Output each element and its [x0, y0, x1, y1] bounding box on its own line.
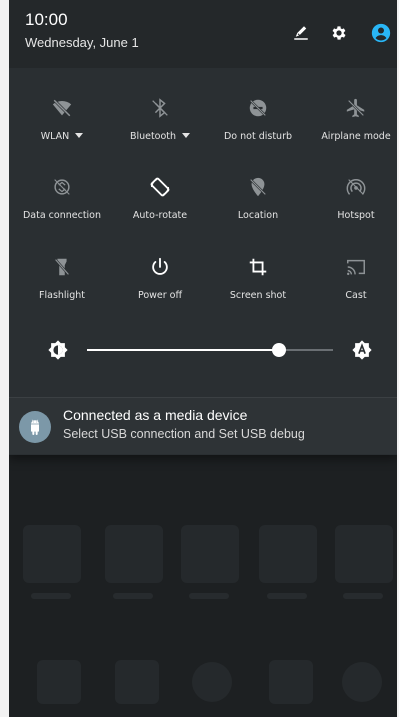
wifi-off-icon [52, 98, 72, 118]
app-icon-ghost [105, 525, 163, 583]
dock-icon-ghost [192, 662, 232, 702]
app-label-ghost [267, 593, 307, 599]
chevron-down-icon [75, 133, 84, 138]
tile-do-not-disturb[interactable]: Do not disturb [210, 97, 306, 157]
tile-flashlight[interactable]: Flashlight [14, 256, 110, 316]
flashlight-icon [54, 258, 70, 276]
app-icon-ghost [259, 525, 317, 583]
gear-icon[interactable] [330, 24, 348, 42]
dock-icon-ghost [269, 660, 313, 704]
tile-label: Power off [137, 290, 183, 301]
tile-airplane-mode[interactable]: Airplane mode [308, 97, 397, 157]
do-not-disturb-icon [249, 99, 267, 117]
notification-icon-badge [19, 411, 51, 443]
app-icon-ghost [23, 525, 81, 583]
tile-label: Location [237, 210, 279, 221]
app-label-ghost [31, 593, 71, 599]
brightness-slider-fill [87, 349, 279, 351]
auto-brightness-icon[interactable] [351, 339, 373, 361]
tile-screen-shot[interactable]: Screen shot [210, 256, 306, 316]
data-connection-icon [54, 179, 70, 195]
tile-label: Airplane mode [321, 131, 391, 142]
app-icon-ghost [181, 525, 239, 583]
tile-label: Auto-rotate [132, 210, 188, 221]
notification-shade: 10:00 Wednesday, June 1 WLAN Bluetooth D… [9, 0, 397, 455]
tile-location[interactable]: Location [210, 176, 306, 236]
brightness-slider[interactable] [87, 343, 333, 357]
crop-icon [249, 258, 267, 276]
tile-power-off[interactable]: Power off [112, 256, 208, 316]
tile-hotspot[interactable]: Hotspot [308, 176, 397, 236]
app-icon-ghost [335, 525, 393, 583]
tile-cast[interactable]: Cast [308, 256, 397, 316]
date-text[interactable]: Wednesday, June 1 [25, 35, 139, 50]
home-screen-background [9, 455, 397, 717]
dock-icon-ghost [115, 660, 159, 704]
tile-label: Hotspot [337, 210, 375, 221]
brightness-slider-thumb[interactable] [271, 343, 286, 357]
dock-icon-ghost [37, 660, 81, 704]
location-off-icon [249, 177, 267, 197]
tile-data-connection[interactable]: Data connection [14, 176, 110, 236]
notification-text: Select USB connection and Set USB debug [63, 427, 305, 441]
tile-label: Cast [345, 290, 367, 301]
bluetooth-icon [152, 98, 168, 118]
tile-label: Do not disturb [223, 131, 293, 142]
hotspot-icon [346, 179, 366, 195]
phone-screen: 10:00 Wednesday, June 1 WLAN Bluetooth D… [9, 0, 397, 717]
cast-icon [347, 259, 365, 276]
dock-icon-ghost [342, 662, 382, 702]
account-icon[interactable] [371, 23, 391, 43]
notification-title: Connected as a media device [63, 407, 248, 423]
clock-time: 10:00 [25, 10, 68, 29]
brightness-icon [48, 340, 68, 360]
auto-rotate-icon [150, 177, 170, 197]
android-icon [31, 419, 39, 435]
tile-label: Bluetooth [112, 131, 208, 142]
tile-label: WLAN [14, 131, 110, 142]
tile-label: Data connection [22, 210, 102, 221]
tile-label: Screen shot [229, 290, 287, 301]
status-header: 10:00 Wednesday, June 1 [9, 0, 397, 68]
chevron-down-icon [182, 133, 191, 138]
airplane-icon [346, 98, 365, 118]
power-icon [152, 257, 168, 275]
tile-label: Flashlight [39, 290, 85, 301]
tile-bluetooth[interactable]: Bluetooth [112, 97, 208, 157]
app-label-ghost [343, 593, 383, 599]
notification-usb[interactable]: Connected as a media device Select USB c… [9, 398, 397, 454]
app-label-ghost [189, 593, 229, 599]
tile-wlan[interactable]: WLAN [14, 97, 110, 157]
tile-auto-rotate[interactable]: Auto-rotate [112, 176, 208, 236]
edit-icon[interactable] [292, 24, 310, 42]
brightness-control [9, 330, 397, 370]
app-label-ghost [113, 593, 153, 599]
